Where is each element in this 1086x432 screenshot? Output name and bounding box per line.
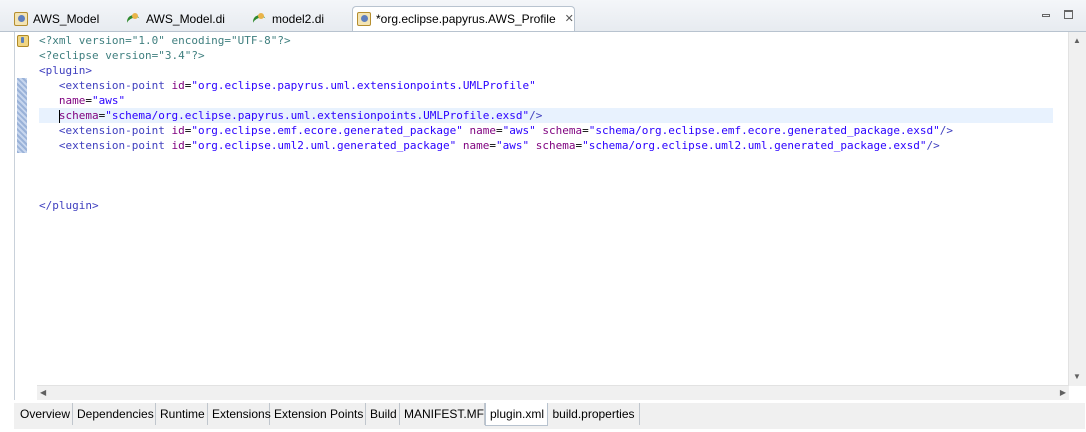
- tab-dependencies[interactable]: Dependencies: [73, 403, 156, 425]
- horizontal-scrollbar[interactable]: ◀ ▶: [37, 385, 1069, 400]
- scroll-down-icon[interactable]: ▼: [1073, 372, 1081, 382]
- code-line: name="aws": [58, 94, 126, 107]
- tab-label: Dependencies: [77, 407, 154, 421]
- tab-manifest-mf[interactable]: MANIFEST.MF: [400, 403, 485, 425]
- plugin-editor-page-tabs: Overview Dependencies Runtime Extensions…: [14, 403, 1085, 429]
- tab-model2-di[interactable]: model2.di: [253, 8, 324, 30]
- left-ruler: [15, 32, 37, 386]
- tab-build[interactable]: Build: [366, 403, 400, 425]
- overview-ruler: [1054, 32, 1069, 386]
- scroll-right-icon[interactable]: ▶: [1060, 388, 1066, 398]
- code-line: <extension-point id="org.eclipse.papyrus…: [58, 79, 536, 92]
- change-marker: [17, 78, 27, 153]
- tab-label: plugin.xml: [490, 407, 545, 421]
- maximize-icon[interactable]: [1064, 10, 1074, 20]
- plugin-manifest-icon: [357, 12, 371, 26]
- code-line: schema="schema/org.eclipse.papyrus.uml.e…: [58, 109, 543, 123]
- tab-label: build.properties: [552, 407, 635, 421]
- papyrus-diagram-icon: [253, 12, 267, 26]
- tab-label: AWS_Model: [33, 12, 100, 26]
- papyrus-diagram-icon: [127, 12, 141, 26]
- tab-label: Extension Points: [274, 407, 364, 421]
- tab-label: Build: [370, 407, 397, 421]
- code-line: <?xml version="1.0" encoding="UTF-8"?>: [39, 34, 291, 47]
- code-line: </plugin>: [39, 199, 99, 212]
- code-line: <extension-point id="org.eclipse.emf.eco…: [58, 124, 953, 137]
- tab-label: model2.di: [272, 12, 325, 26]
- code-line: <?eclipse version="3.4"?>: [39, 49, 205, 62]
- code-text-area[interactable]: <?xml version="1.0" encoding="UTF-8"?> <?…: [39, 32, 1053, 386]
- warning-marker-icon[interactable]: [16, 34, 29, 47]
- scroll-left-icon[interactable]: ◀: [40, 388, 46, 398]
- minimize-icon[interactable]: [1041, 10, 1051, 20]
- tab-label: AWS_Model.di: [146, 12, 225, 26]
- tab-overview[interactable]: Overview: [16, 403, 73, 425]
- tab-runtime[interactable]: Runtime: [156, 403, 208, 425]
- tab-build-properties[interactable]: build.properties: [548, 403, 640, 425]
- editor-tab-bar: AWS_Model AWS_Model.di model2.di *org.ec…: [0, 0, 1086, 32]
- tab-label: Runtime: [160, 407, 205, 421]
- tab-plugin-xml[interactable]: plugin.xml: [485, 403, 548, 426]
- code-line: <plugin>: [39, 64, 92, 77]
- tab-label: Extensions: [212, 407, 271, 421]
- tab-label: *org.eclipse.papyrus.AWS_Profile: [376, 12, 556, 26]
- tab-extension-points[interactable]: Extension Points: [270, 403, 366, 425]
- tab-extensions[interactable]: Extensions: [208, 403, 271, 425]
- scroll-up-icon[interactable]: ▲: [1073, 36, 1081, 46]
- code-line: <extension-point id="org.eclipse.uml2.um…: [58, 139, 940, 152]
- tab-aws-profile[interactable]: *org.eclipse.papyrus.AWS_Profile ✕: [352, 6, 575, 31]
- close-tab-icon[interactable]: ✕: [565, 9, 574, 29]
- tab-aws-model[interactable]: AWS_Model: [14, 8, 99, 30]
- tab-label: MANIFEST.MF: [404, 407, 484, 421]
- xml-source-editor[interactable]: <?xml version="1.0" encoding="UTF-8"?> <?…: [14, 32, 1086, 400]
- vertical-scrollbar[interactable]: ▲ ▼: [1068, 32, 1086, 386]
- profile-icon: [14, 12, 28, 26]
- tab-aws-model-di[interactable]: AWS_Model.di: [127, 8, 225, 30]
- tab-label: Overview: [20, 407, 71, 421]
